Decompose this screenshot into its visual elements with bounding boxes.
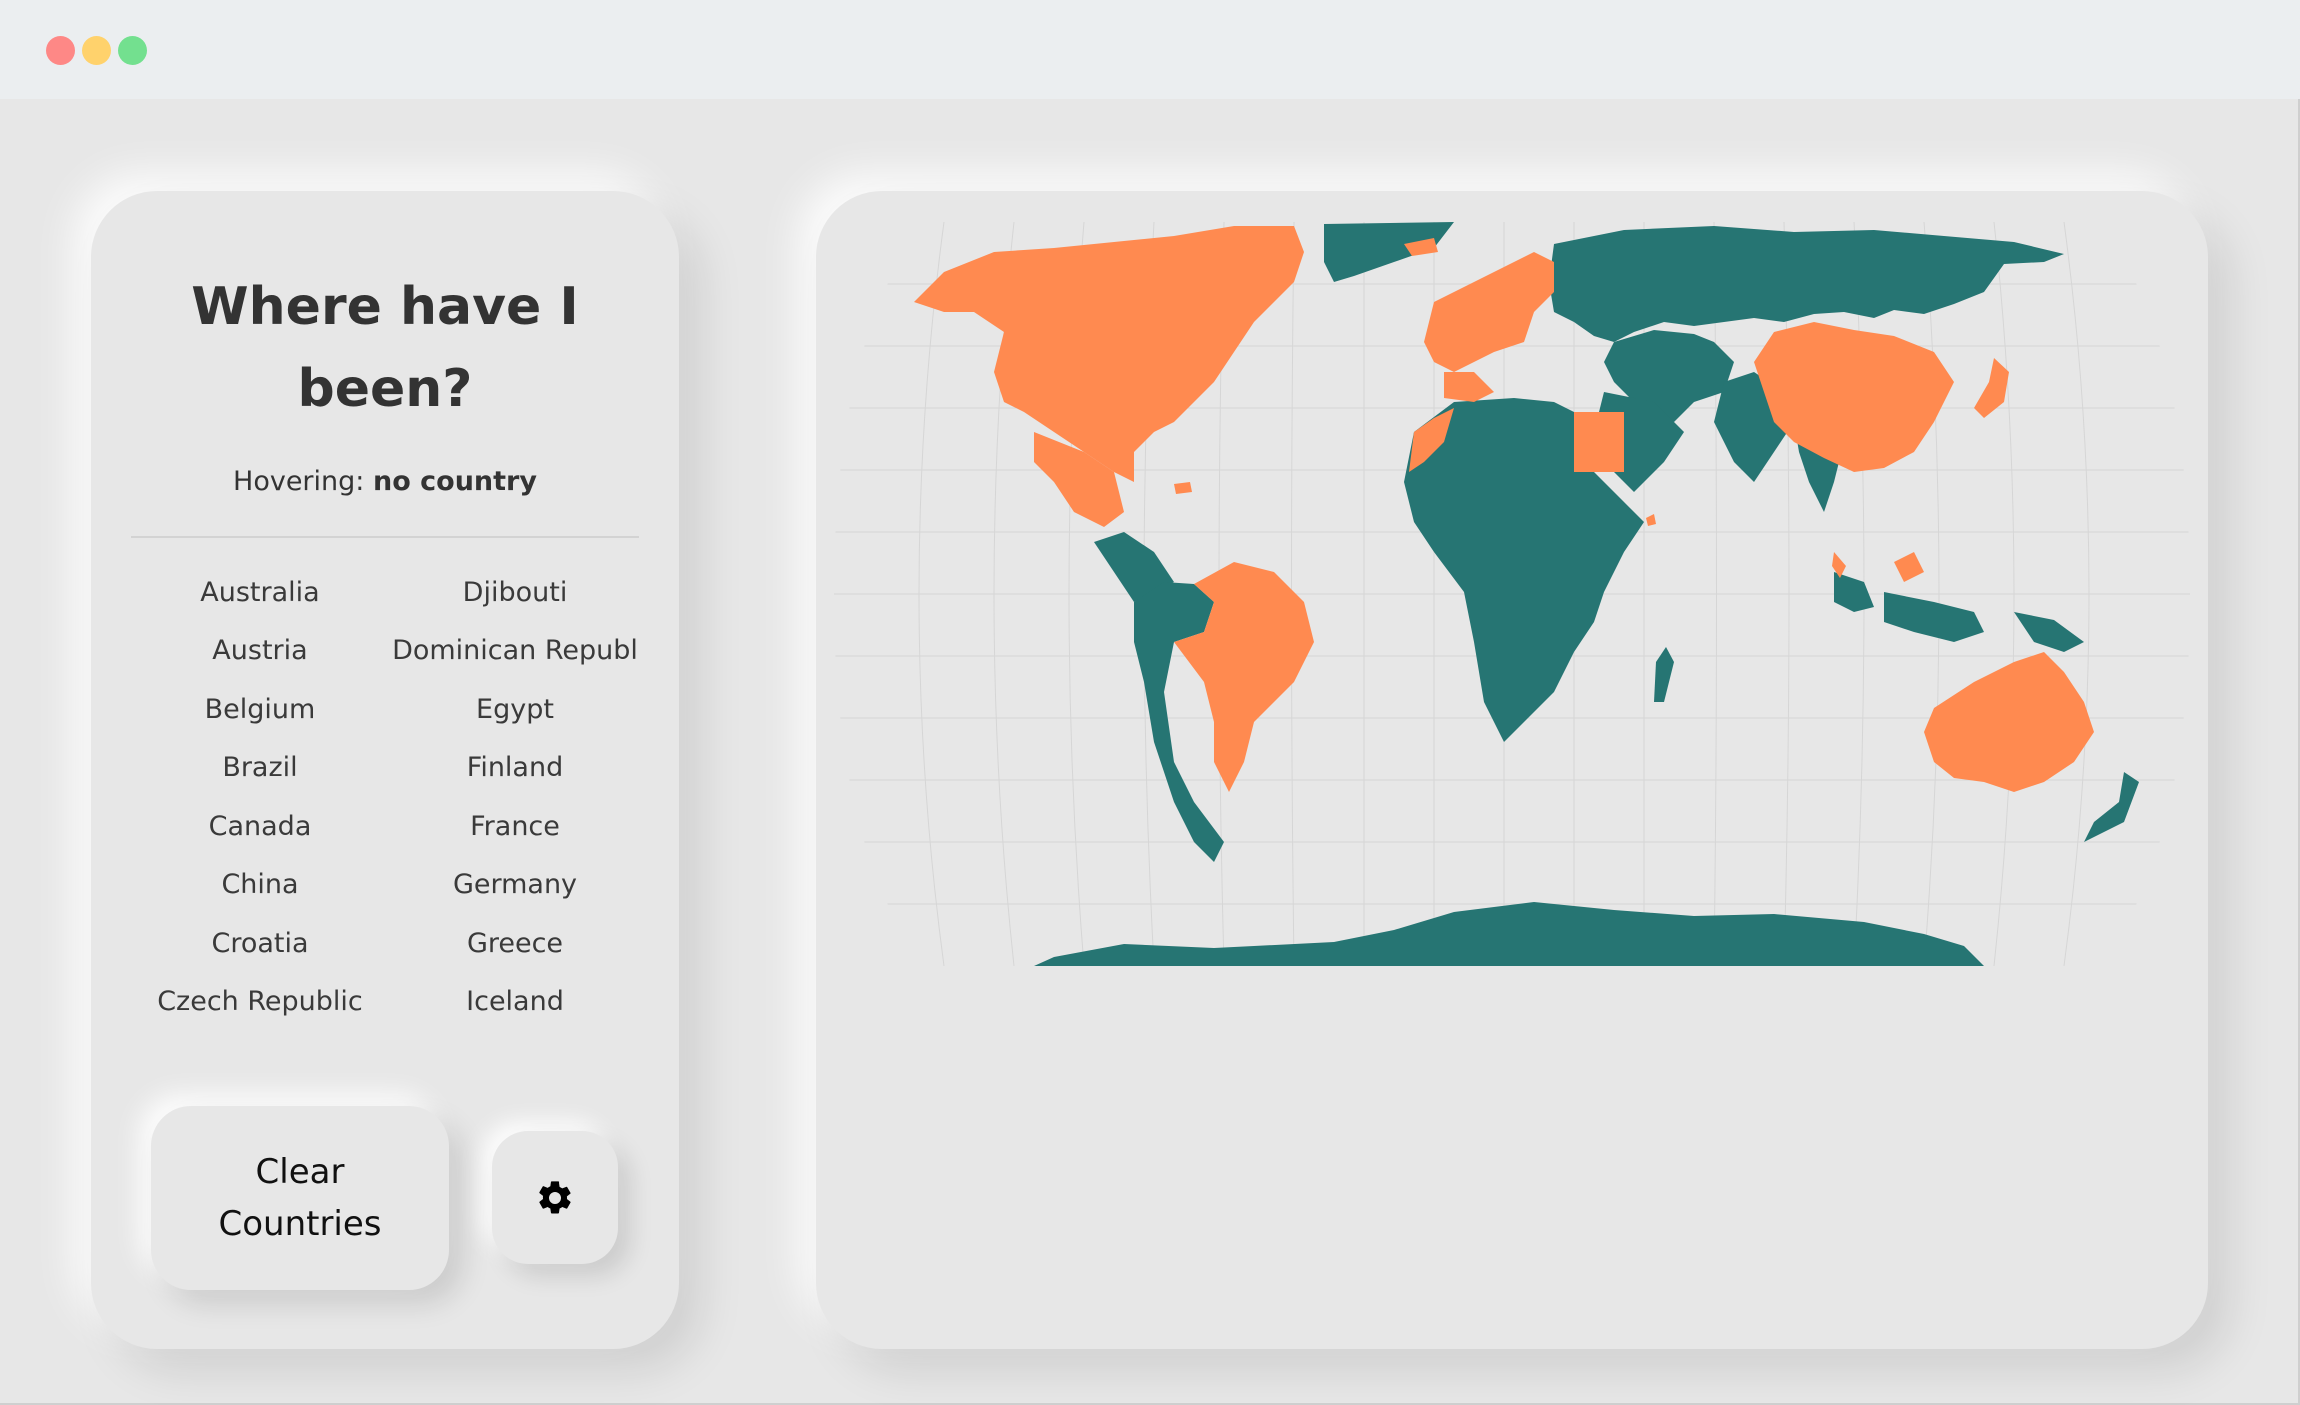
- country-item[interactable]: France: [385, 801, 645, 859]
- country-item[interactable]: Finland: [385, 742, 645, 800]
- hover-label: Hovering:: [233, 466, 365, 497]
- country-item[interactable]: Iceland: [385, 976, 645, 1034]
- maximize-window-button[interactable]: [118, 36, 147, 65]
- clear-countries-label: Clear Countries: [218, 1146, 381, 1250]
- country-item[interactable]: Czech Republic: [130, 976, 390, 1034]
- country-item[interactable]: Egypt: [385, 684, 645, 742]
- hover-status: Hovering: no country: [91, 466, 679, 497]
- country-item[interactable]: China: [130, 859, 390, 917]
- page-title: Where have I been?: [0, 266, 770, 430]
- country-item[interactable]: Belgium: [130, 684, 390, 742]
- country-item[interactable]: Djibouti: [385, 567, 645, 625]
- country-item[interactable]: Brazil: [130, 742, 390, 800]
- page-title-line-2: been?: [297, 359, 473, 419]
- country-item[interactable]: Greece: [385, 918, 645, 976]
- minimize-window-button[interactable]: [82, 36, 111, 65]
- country-item[interactable]: Dominican Republ: [385, 625, 645, 683]
- app-window: Where have I been? Hovering: no country …: [0, 0, 2300, 1405]
- hover-value: no country: [372, 466, 537, 497]
- gear-icon: [539, 1180, 571, 1213]
- window-titlebar: [0, 0, 2300, 99]
- clear-countries-button[interactable]: Clear Countries: [151, 1106, 449, 1290]
- clear-countries-label-line-2: Countries: [218, 1204, 382, 1244]
- country-item[interactable]: Germany: [385, 859, 645, 917]
- country-item[interactable]: Australia: [130, 567, 390, 625]
- world-map[interactable]: [834, 222, 2190, 966]
- clear-countries-label-line-1: Clear: [255, 1152, 345, 1192]
- close-window-button[interactable]: [46, 36, 75, 65]
- divider: [131, 536, 639, 538]
- country-item[interactable]: Austria: [130, 625, 390, 683]
- country-item[interactable]: Canada: [130, 801, 390, 859]
- world-map-svg[interactable]: [834, 222, 2190, 966]
- country-item[interactable]: Croatia: [130, 918, 390, 976]
- page-title-line-1: Where have I: [191, 277, 579, 337]
- settings-button[interactable]: [492, 1131, 618, 1264]
